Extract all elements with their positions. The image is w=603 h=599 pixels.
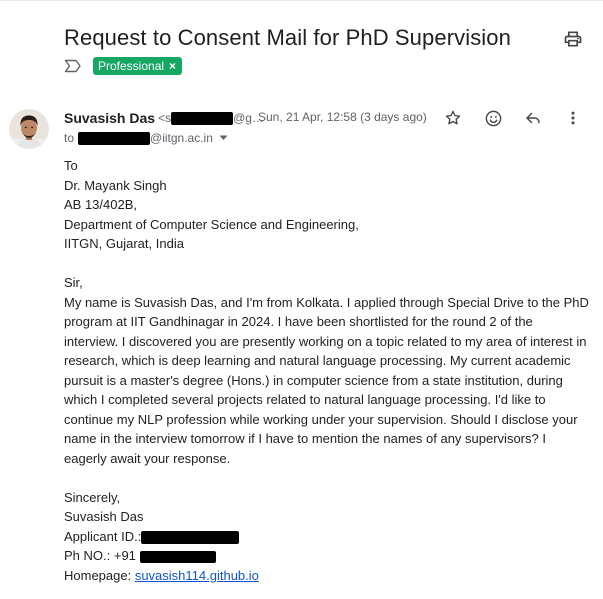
phone-line: Ph NO.: +91 (64, 546, 589, 566)
address-line: To (64, 158, 78, 173)
labels-row: Professional × (64, 56, 183, 76)
printer-icon (564, 31, 582, 47)
email-date[interactable]: Sun, 21 Apr, 12:58 (3 days ago) (258, 110, 427, 124)
sender-row: Suvasish Das <s @g… (64, 109, 264, 127)
more-vert-icon (571, 111, 575, 125)
sender-email[interactable]: <s @g… (158, 111, 264, 125)
print-all-button[interactable] (560, 26, 586, 52)
redaction-box (171, 111, 234, 125)
recipient-domain: @iitgn.ac.in (150, 131, 213, 145)
body-paragraph: My name is Suvasish Das, and I'm from Ko… (64, 294, 589, 466)
homepage-link[interactable]: suvasish114.github.io (135, 568, 259, 583)
sender-email-prefix: <s (158, 111, 172, 125)
label-chip-professional[interactable]: Professional × (93, 57, 183, 75)
address-line: AB 13/402B, (64, 197, 137, 212)
email-body: To Dr. Mayank Singh AB 13/402B, Departme… (64, 156, 589, 585)
emoji-reaction-icon (485, 110, 501, 126)
address-line: IITGN, Gujarat, India (64, 236, 184, 251)
header-divider (0, 0, 603, 1)
address-line: Department of Computer Science and Engin… (64, 216, 359, 232)
dropdown-triangle-icon[interactable] (219, 135, 228, 141)
recipient-row[interactable]: to @iitgn.ac.in (64, 130, 228, 146)
salutation: Sir, (64, 275, 83, 290)
closing: Sincerely, (64, 489, 121, 505)
address-line: Dr. Mayank Singh (64, 177, 167, 193)
homepage-label: Homepage: (64, 567, 135, 583)
more-options-button[interactable] (561, 106, 585, 130)
applicant-id-label: Applicant ID.: (64, 528, 142, 544)
star-icon (445, 110, 461, 125)
sender-name[interactable]: Suvasish Das (64, 110, 155, 126)
recipient-prefix: to (64, 131, 75, 145)
homepage-line: Homepage: suvasish114.github.io (64, 566, 589, 586)
sender-avatar[interactable] (9, 109, 49, 149)
signature-name: Suvasish Das (64, 509, 144, 524)
add-reaction-button[interactable] (481, 106, 505, 130)
reply-button[interactable] (521, 106, 545, 130)
applicant-id-line: Applicant ID.: (64, 527, 589, 547)
redaction-box (141, 530, 240, 544)
star-button[interactable] (441, 106, 465, 130)
redaction-box (78, 131, 151, 145)
reply-icon (526, 112, 540, 124)
phone-label: Ph NO.: +91 (64, 548, 136, 563)
label-name: Professional (98, 59, 165, 73)
importance-marker-icon[interactable] (64, 56, 84, 76)
remove-label-icon[interactable]: × (169, 57, 176, 75)
email-subject: Request to Consent Mail for PhD Supervis… (64, 25, 511, 50)
redaction-box (139, 550, 216, 563)
